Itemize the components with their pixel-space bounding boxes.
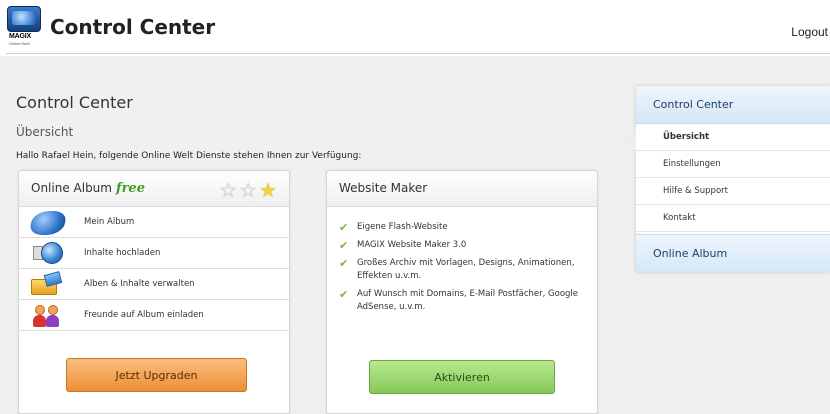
checkmark-icon: ✔ (339, 257, 349, 270)
manage-icon (31, 271, 65, 297)
magix-logo[interactable]: MAGIX Online Welt (7, 6, 41, 46)
checkmark-icon: ✔ (339, 239, 349, 252)
header-divider (6, 53, 830, 54)
feature-text: Großes Archiv mit Vorlagen, Designs, Ani… (357, 258, 575, 281)
list-item-label: Inhalte hochladen (84, 248, 161, 258)
sidebar-header-label: Control Center (653, 98, 734, 111)
feature-item: ✔ Auf Wunsch mit Domains, E-Mail Postfäc… (339, 288, 594, 314)
app-header: MAGIX Online Welt Control Center Logout (0, 0, 830, 56)
list-item-inhalte-hochladen[interactable]: Inhalte hochladen (19, 238, 289, 269)
page-subtitle: Übersicht (16, 125, 74, 139)
online-album-panel-header: Online Album free ☆☆★ (19, 171, 289, 207)
sidebar-item-einstellungen[interactable]: Einstellungen (636, 151, 830, 178)
logo-subtitle: Online Welt (9, 41, 30, 46)
app-title: Control Center (50, 15, 216, 39)
sidebar-item-label: Einstellungen (663, 159, 721, 169)
sidebar-item-kontakt[interactable]: Kontakt (636, 205, 830, 232)
online-album-title: Online Album free (31, 181, 145, 196)
sidebar-item-hilfe-support[interactable]: Hilfe & Support (636, 178, 830, 205)
list-item-label: Freunde auf Album einladen (84, 310, 204, 320)
checkmark-icon: ✔ (339, 288, 349, 301)
active-pointer-icon (622, 129, 636, 151)
feature-text: MAGIX Website Maker 3.0 (357, 240, 467, 250)
website-maker-features: ✔ Eigene Flash-Website ✔ MAGIX Website M… (339, 221, 594, 319)
feature-text: Auf Wunsch mit Domains, E-Mail Postfäche… (357, 289, 579, 312)
logo-brand: MAGIX (9, 33, 31, 40)
upgrade-button[interactable]: Jetzt Upgraden (66, 358, 247, 392)
page-title: Control Center (16, 93, 133, 112)
sidebar-item-uebersicht[interactable]: Übersicht (622, 124, 830, 151)
feature-item: ✔ MAGIX Website Maker 3.0 (339, 239, 594, 252)
free-label: free (115, 181, 145, 196)
list-item-alben-verwalten[interactable]: Alben & Inhalte verwalten (19, 269, 289, 300)
online-album-title-text: Online Album (31, 181, 112, 195)
list-item-label: Alben & Inhalte verwalten (84, 279, 195, 289)
sidebar-item-label: Übersicht (663, 132, 710, 142)
sidebar-nav: Control Center Übersicht Einstellungen H… (622, 86, 830, 272)
sidebar-item-label: Hilfe & Support (663, 186, 728, 196)
monitor-icon (7, 6, 41, 32)
upload-icon (31, 242, 65, 266)
rating-stars: ☆☆★ (219, 178, 279, 202)
feature-text: Eigene Flash-Website (357, 222, 448, 232)
sidebar-item-label: Kontakt (663, 213, 696, 223)
sidebar-item-online-album[interactable]: Online Album (636, 234, 830, 272)
star-icon: ☆ (219, 178, 240, 202)
star-icon: ☆ (239, 178, 260, 202)
list-item-freunde-einladen[interactable]: Freunde auf Album einladen (19, 300, 289, 331)
checkmark-icon: ✔ (339, 221, 349, 234)
logout-link[interactable]: Logout (791, 25, 828, 39)
website-maker-panel-header: Website Maker (327, 171, 597, 207)
online-album-menu: Mein Album Inhalte hochladen Alben & Inh… (19, 207, 289, 331)
album-icon (28, 211, 68, 235)
feature-item: ✔ Eigene Flash-Website (339, 221, 594, 234)
list-item-mein-album[interactable]: Mein Album (19, 207, 289, 238)
website-maker-title: Website Maker (339, 181, 428, 195)
sidebar-footer-label: Online Album (653, 247, 728, 260)
website-maker-panel: Website Maker ✔ Eigene Flash-Website ✔ M… (326, 170, 598, 414)
greeting-text: Hallo Rafael Hein, folgende Online Welt … (16, 151, 362, 161)
activate-button[interactable]: Aktivieren (369, 360, 555, 394)
online-album-panel: Online Album free ☆☆★ Mein Album Inhalte … (18, 170, 290, 414)
feature-item: ✔ Großes Archiv mit Vorlagen, Designs, A… (339, 257, 594, 283)
sidebar-header-control-center[interactable]: Control Center (636, 86, 830, 124)
friends-icon (31, 304, 65, 328)
star-icon: ★ (259, 178, 279, 202)
list-item-label: Mein Album (84, 217, 135, 227)
